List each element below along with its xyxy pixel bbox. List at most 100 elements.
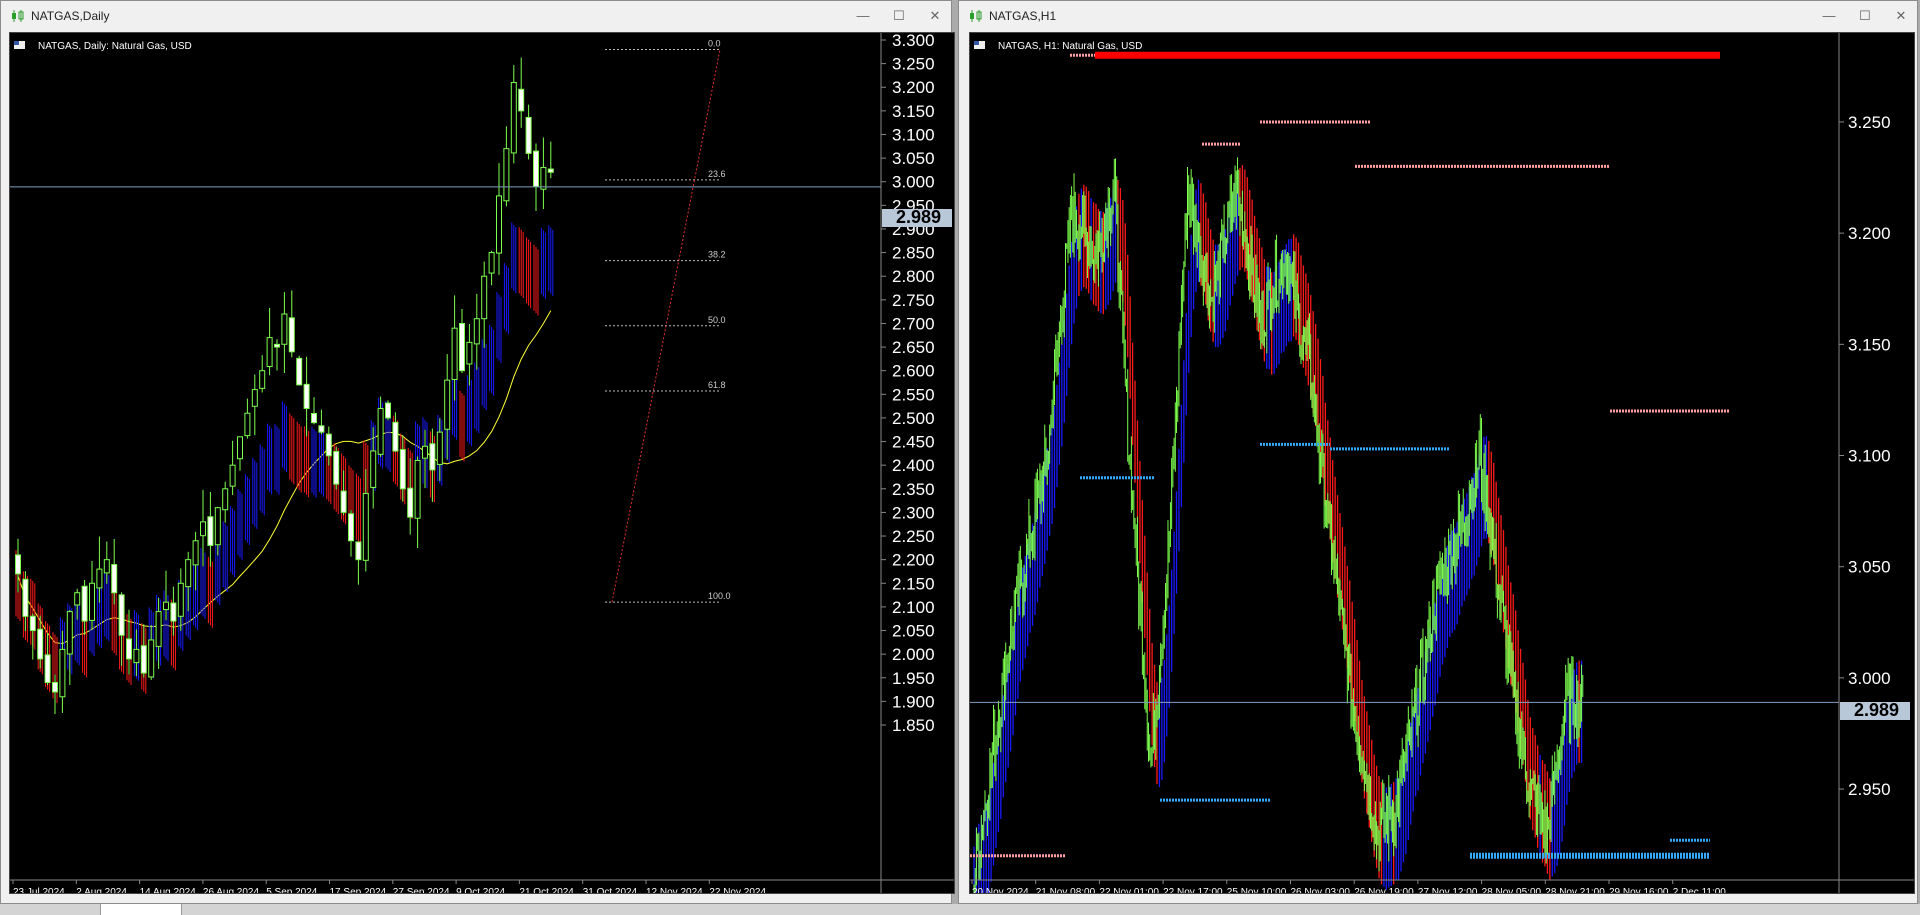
y-tick-label: 3.150 (892, 102, 935, 121)
candle-body (177, 582, 184, 617)
x-tick-label: 28 Nov 21:00 (1545, 887, 1605, 893)
x-tick-label: 2 Aug 2024 (76, 887, 127, 893)
x-tick-label: 22 Nov 17:00 (1163, 887, 1223, 893)
chart-legend: NATGAS, Daily: Natural Gas, USD (38, 41, 192, 52)
candle-body (52, 682, 58, 693)
candle-body (392, 421, 399, 452)
candle-body (118, 594, 125, 636)
daily-chart-canvas[interactable]: NATGAS, Daily: Natural Gas, USD 0.0 23.6 3… (10, 33, 954, 893)
time-scale: 20 Nov 2024 21 Nov 08:00 22 Nov 01:00 22 No… (971, 880, 1726, 893)
y-tick-label: 2.750 (892, 291, 935, 310)
candle-body (481, 275, 488, 320)
candle-body (148, 639, 155, 678)
candle-body (311, 413, 317, 424)
candle-body (96, 568, 103, 589)
maximize-button[interactable]: ☐ (1855, 7, 1875, 25)
candle-body (126, 638, 132, 660)
y-tick-label: 3.050 (1848, 558, 1891, 577)
candle-body (59, 648, 66, 698)
candle-body (540, 167, 547, 190)
daily-price-chart[interactable]: NATGAS, Daily: Natural Gas, USD 0.0 23.6 3… (9, 32, 955, 894)
candle-body (377, 407, 384, 455)
chart-app-icon (12, 10, 24, 22)
candle-body (170, 602, 177, 622)
candle-body (111, 564, 118, 594)
candle-body (355, 541, 362, 561)
window-titlebar[interactable]: NATGAS,H1 — ☐ ✕ (959, 1, 1917, 31)
price-scale: 3.3003.2503.2003.1503.1003.0503.0002.950… (881, 33, 935, 735)
candle-body (370, 450, 377, 488)
y-tick-label: 2.150 (892, 574, 935, 593)
candle-body (29, 615, 36, 632)
h1-chart-canvas[interactable]: NATGAS, H1: Natural Gas, USD 3.2503.2003… (970, 33, 1914, 893)
candle-body (259, 370, 266, 389)
candle-body (473, 318, 480, 345)
y-tick-label: 2.300 (892, 503, 935, 522)
flag-canton (14, 41, 19, 45)
chart-window-daily[interactable]: NATGAS,Daily — ☐ ✕ NATGAS, Daily: Natura… (0, 0, 955, 904)
x-tick-label: 27 Sep 2024 (393, 887, 450, 893)
candle-body (200, 521, 206, 537)
y-tick-label: 2.400 (892, 456, 935, 475)
y-tick-label: 2.650 (892, 338, 935, 357)
fib-level-label: 23.6 (708, 169, 726, 179)
candle-body (451, 327, 458, 380)
maximize-button[interactable]: ☐ (889, 7, 909, 25)
candle-body (37, 628, 44, 660)
candle-body (155, 611, 162, 647)
candle-body (333, 451, 340, 485)
fib-level-label: 38.2 (708, 250, 726, 260)
window-titlebar[interactable]: NATGAS,Daily — ☐ ✕ (1, 1, 951, 31)
candle-body (340, 490, 347, 513)
y-tick-label: 3.200 (892, 78, 935, 97)
h1-price-chart[interactable]: NATGAS, H1: Natural Gas, USD 3.250 3.200 3… (969, 32, 1915, 894)
candle-body (429, 443, 436, 471)
x-tick-label: 17 Sep 2024 (330, 887, 387, 893)
x-tick-label: 22 Nov 2024 (709, 887, 766, 893)
y-tick-label: 2.550 (892, 385, 935, 404)
y-tick-label: 2.250 (892, 527, 935, 546)
x-tick-label: 20 Nov 2024 (972, 887, 1029, 893)
x-tick-label: 5 Sep 2024 (266, 887, 318, 893)
fib-level-label: 0.0 (708, 38, 721, 48)
x-tick-label: 12 Nov 2024 (646, 887, 703, 893)
candle-body (444, 379, 451, 430)
candle-body (348, 513, 354, 542)
minimize-button[interactable]: — (1819, 7, 1839, 25)
candle-body (66, 611, 73, 655)
current-price-label: 2.989 (882, 207, 952, 227)
x-tick-label: 31 Oct 2024 (583, 887, 638, 893)
candle-body (518, 88, 525, 112)
candle-body (459, 323, 465, 372)
candle-body (385, 402, 391, 419)
y-tick-label: 1.950 (892, 669, 935, 688)
candle-body (192, 540, 199, 566)
y-tick-label: 3.200 (1848, 224, 1891, 243)
x-tick-label: 27 Nov 12:00 (1418, 887, 1478, 893)
y-tick-label: 2.600 (892, 362, 935, 381)
fib-level-label: 61.8 (708, 380, 726, 390)
chart-window-h1[interactable]: NATGAS,H1 — ☐ ✕ NATGAS, H1: Natural Gas,… (958, 0, 1918, 904)
x-tick-label: 26 Nov 19:00 (1354, 887, 1414, 893)
window-title: NATGAS,H1 (989, 9, 1057, 23)
candle-body (133, 648, 140, 664)
window-title: NATGAS,Daily (31, 9, 110, 23)
candle-body (325, 433, 332, 457)
candle-body (533, 150, 539, 187)
y-tick-label: 2.700 (892, 314, 935, 333)
time-scale: 23 Jul 2024 2 Aug 2024 14 Aug 2024 26 Aug 2… (12, 880, 766, 893)
chart-app-icon (970, 10, 982, 22)
x-tick-label: 26 Aug 2024 (203, 887, 260, 893)
close-button[interactable]: ✕ (1891, 7, 1911, 25)
current-price-value: 2.989 (1854, 700, 1899, 720)
candle-body (274, 343, 280, 348)
candle-body (296, 357, 303, 386)
minimize-button[interactable]: — (853, 7, 873, 25)
current-price-label: 2.989 (1840, 700, 1910, 720)
flag-canton (974, 41, 979, 45)
y-tick-label: 2.950 (1848, 780, 1891, 799)
candle-body (89, 582, 95, 621)
chart-tab[interactable] (100, 904, 182, 915)
close-button[interactable]: ✕ (925, 7, 945, 25)
chart-legend: NATGAS, H1: Natural Gas, USD (998, 41, 1142, 52)
